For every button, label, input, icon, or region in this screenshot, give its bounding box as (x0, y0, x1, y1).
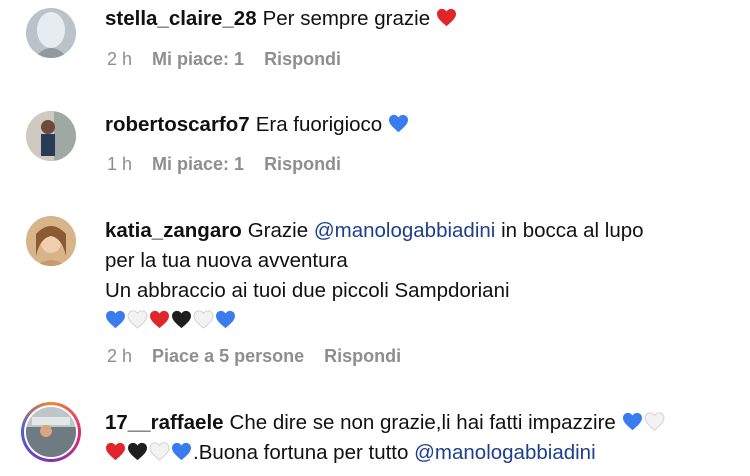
comment-text: katia_zangaro Grazie @manologabbiadini in… (105, 216, 735, 336)
comment-meta: 1 h Mi piace: 1 Rispondi (107, 154, 341, 175)
comment-text: stella_claire_28 Per sempre grazie (105, 4, 735, 34)
comment-meta: 2 h Mi piace: 1 Rispondi (107, 49, 341, 70)
comment-line-2: per la tua nuova avventura (105, 249, 348, 272)
reply-button[interactable]: Rispondi (264, 49, 341, 70)
avatar[interactable] (26, 8, 76, 58)
comment-body: Grazie (247, 219, 309, 242)
comment-text: robertoscarfo7 Era fuorigioco (105, 110, 735, 140)
timestamp: 2 h (107, 49, 133, 69)
comment-username[interactable]: robertoscarfo7 (105, 113, 250, 136)
blue-heart-emoji (622, 412, 643, 431)
likes-count[interactable]: Mi piace: 1 (152, 49, 244, 70)
comment-username[interactable]: 17__raffaele (105, 411, 224, 434)
red-heart-emoji (105, 442, 126, 461)
comment-line-2: .Buona fortuna per tutto (193, 441, 409, 464)
avatar[interactable] (26, 216, 76, 266)
likes-count[interactable]: Piace a 5 persone (152, 346, 304, 367)
timestamp: 1 h (107, 154, 133, 174)
reply-button[interactable]: Rispondi (264, 154, 341, 175)
avatar-story-ring[interactable] (21, 402, 81, 462)
timestamp: 2 h (107, 346, 133, 366)
comment-body-cont: in bocca al lupo (501, 219, 644, 242)
black-heart-emoji (127, 442, 148, 461)
likes-count[interactable]: Mi piace: 1 (152, 154, 244, 175)
comment-body: Che dire se non grazie,li hai fatti impa… (229, 411, 616, 434)
avatar[interactable] (26, 111, 76, 161)
mention-link[interactable]: @manologabbiadini (414, 441, 596, 464)
white-heart-emoji (644, 412, 665, 431)
comment-body: Era fuorigioco (255, 113, 383, 136)
white-heart-emoji (127, 310, 148, 329)
reply-button[interactable]: Rispondi (324, 346, 401, 367)
white-heart-emoji (193, 310, 214, 329)
comment-text: 17__raffaele Che dire se non grazie,li ha… (105, 408, 735, 468)
comment-meta: 2 h Piace a 5 persone Rispondi (107, 346, 401, 367)
blue-heart-emoji (105, 310, 126, 329)
comment-username[interactable]: katia_zangaro (105, 219, 242, 242)
red-heart-emoji (436, 8, 457, 27)
mention-link[interactable]: @manologabbiadini (314, 219, 496, 242)
black-heart-emoji (171, 310, 192, 329)
comment-body: Per sempre grazie (262, 7, 431, 30)
red-heart-emoji (149, 310, 170, 329)
avatar[interactable] (26, 407, 76, 457)
blue-heart-emoji (171, 442, 192, 461)
blue-heart-emoji (215, 310, 236, 329)
white-heart-emoji (149, 442, 170, 461)
comment-line-3: Un abbraccio ai tuoi due piccoli Sampdor… (105, 279, 510, 302)
comment-username[interactable]: stella_claire_28 (105, 7, 257, 30)
blue-heart-emoji (388, 114, 409, 133)
